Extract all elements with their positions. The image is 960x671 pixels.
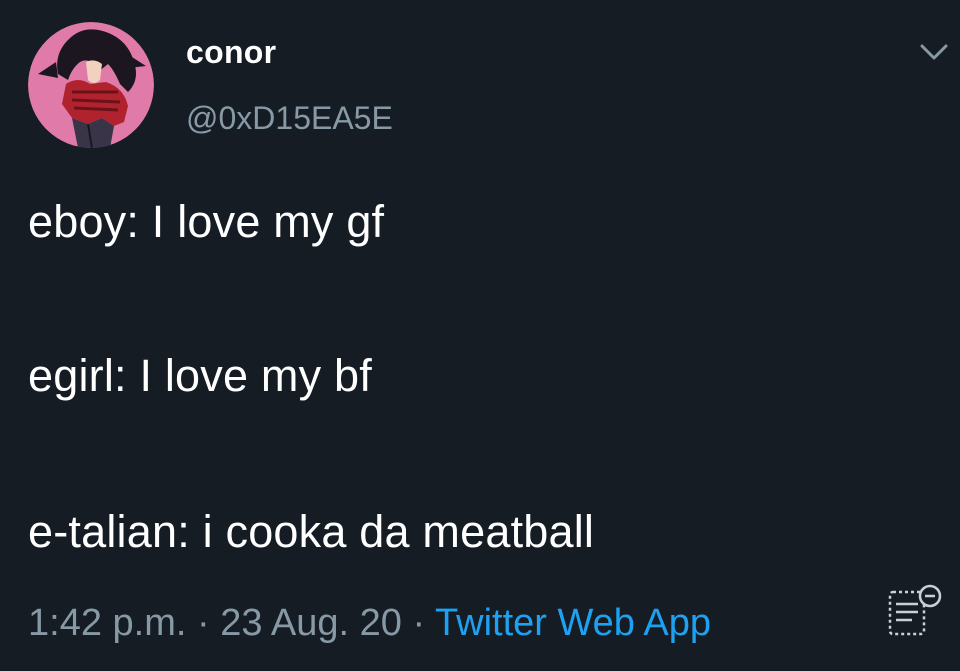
avatar[interactable] (28, 22, 154, 148)
tweet-text-line: egirl: I love my bf (28, 350, 372, 401)
tweet-time[interactable]: 1:42 p.m. (28, 602, 186, 644)
meta-separator: · (186, 602, 221, 644)
analytics-icon[interactable] (884, 582, 946, 640)
user-handle[interactable]: @0xD15EA5E (186, 100, 393, 137)
display-name[interactable]: conor (186, 34, 276, 71)
tweet-text-line: eboy: I love my gf (28, 196, 385, 247)
tweet-metadata: 1:42 p.m. · 23 Aug. 20 · Twitter Web App (28, 602, 711, 645)
tweet-card: conor @0xD15EA5E eboy: I love my gf egir… (0, 0, 960, 671)
chevron-down-icon[interactable] (918, 40, 950, 64)
avatar-image (28, 22, 154, 148)
meta-separator: · (401, 602, 436, 644)
tweet-date[interactable]: 23 Aug. 20 (220, 602, 402, 644)
tweet-text-line: e-talian: i cooka da meatball (28, 506, 595, 557)
tweet-source-link[interactable]: Twitter Web App (435, 602, 711, 644)
